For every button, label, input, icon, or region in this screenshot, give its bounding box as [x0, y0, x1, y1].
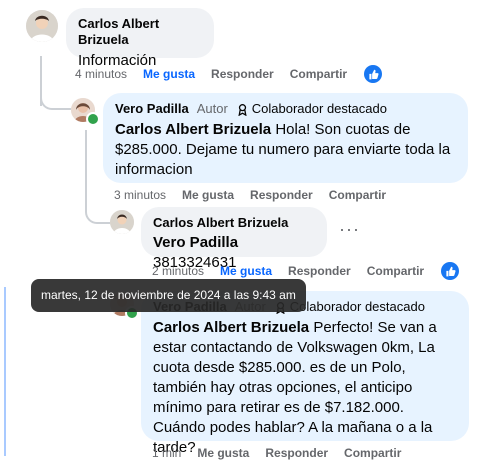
like-button[interactable]: Me gusta: [182, 188, 234, 202]
badge-icon: [238, 103, 247, 116]
comment-actions: 2 minutos Me gusta Responder Compartir: [152, 264, 424, 278]
reply-button[interactable]: Responder: [250, 188, 313, 202]
comment-author[interactable]: Vero Padilla: [115, 101, 189, 117]
share-button[interactable]: Compartir: [290, 67, 347, 81]
author-tag: Autor: [196, 101, 228, 116]
thread-connector: [40, 56, 72, 110]
badge-label: Colaborador destacado: [289, 299, 425, 314]
online-status-icon: [86, 112, 100, 126]
comment-author[interactable]: Carlos Albert Brizuela: [78, 16, 202, 48]
comment-body: Perfecto! Se van a estar contactando de …: [153, 319, 437, 456]
like-button[interactable]: Me gusta: [143, 67, 195, 81]
like-button[interactable]: Me gusta: [220, 264, 272, 278]
reply-button[interactable]: Responder: [265, 446, 328, 460]
mention-link[interactable]: Carlos Albert Brizuela: [115, 121, 271, 138]
comment-bubble: Carlos Albert Brizuela Información: [66, 8, 214, 69]
timestamp-tooltip: martes, 12 de noviembre de 2024 a las 9:…: [31, 279, 306, 312]
mention-link[interactable]: Vero Padilla: [153, 234, 238, 251]
reply-button[interactable]: Responder: [211, 67, 274, 81]
comment-time[interactable]: 2 minutos: [152, 264, 204, 278]
comment-time[interactable]: 3 minutos: [114, 188, 166, 202]
avatar[interactable]: [26, 10, 58, 42]
badge-label: Colaborador destacado: [251, 101, 387, 116]
comment-time[interactable]: 1 min: [152, 446, 181, 460]
comment-actions: 4 minutos Me gusta Responder Compartir: [75, 67, 347, 81]
comment-text: Carlos Albert Brizuela Hola! Son cuotas …: [115, 120, 456, 180]
share-button[interactable]: Compartir: [329, 188, 386, 202]
more-options-icon[interactable]: ···: [339, 219, 360, 240]
comment-time[interactable]: 4 minutos: [75, 67, 127, 81]
reaction-like-icon[interactable]: [364, 65, 382, 83]
avatar[interactable]: [110, 210, 134, 234]
reply-button[interactable]: Responder: [288, 264, 351, 278]
thread-connector: [85, 190, 111, 224]
share-button[interactable]: Compartir: [367, 264, 424, 278]
share-button[interactable]: Compartir: [344, 446, 401, 460]
comment-bubble: Carlos Albert Brizuela Vero Padilla 3813…: [141, 207, 327, 271]
top-contributor-badge: Colaborador destacado: [236, 101, 387, 117]
comment-text: Carlos Albert Brizuela Perfecto! Se van …: [153, 318, 457, 458]
profile-photo-icon: [110, 210, 134, 234]
comment-actions: 3 minutos Me gusta Responder Compartir: [114, 188, 386, 202]
selection-indicator: [4, 287, 6, 456]
comment-actions: 1 min Me gusta Responder Compartir: [152, 446, 401, 460]
like-button[interactable]: Me gusta: [197, 446, 249, 460]
comment-bubble: Vero Padilla Autor Colaborador destacado…: [103, 93, 468, 183]
comment-bubble: Vero Padilla Autor Colaborador destacado…: [141, 291, 469, 456]
reaction-like-icon[interactable]: [441, 262, 459, 280]
profile-photo-icon: [26, 10, 58, 42]
thumbs-up-icon: [445, 266, 456, 276]
thumbs-up-icon: [368, 69, 379, 79]
comment-author[interactable]: Carlos Albert Brizuela: [153, 215, 288, 231]
mention-link[interactable]: Carlos Albert Brizuela: [153, 319, 309, 336]
